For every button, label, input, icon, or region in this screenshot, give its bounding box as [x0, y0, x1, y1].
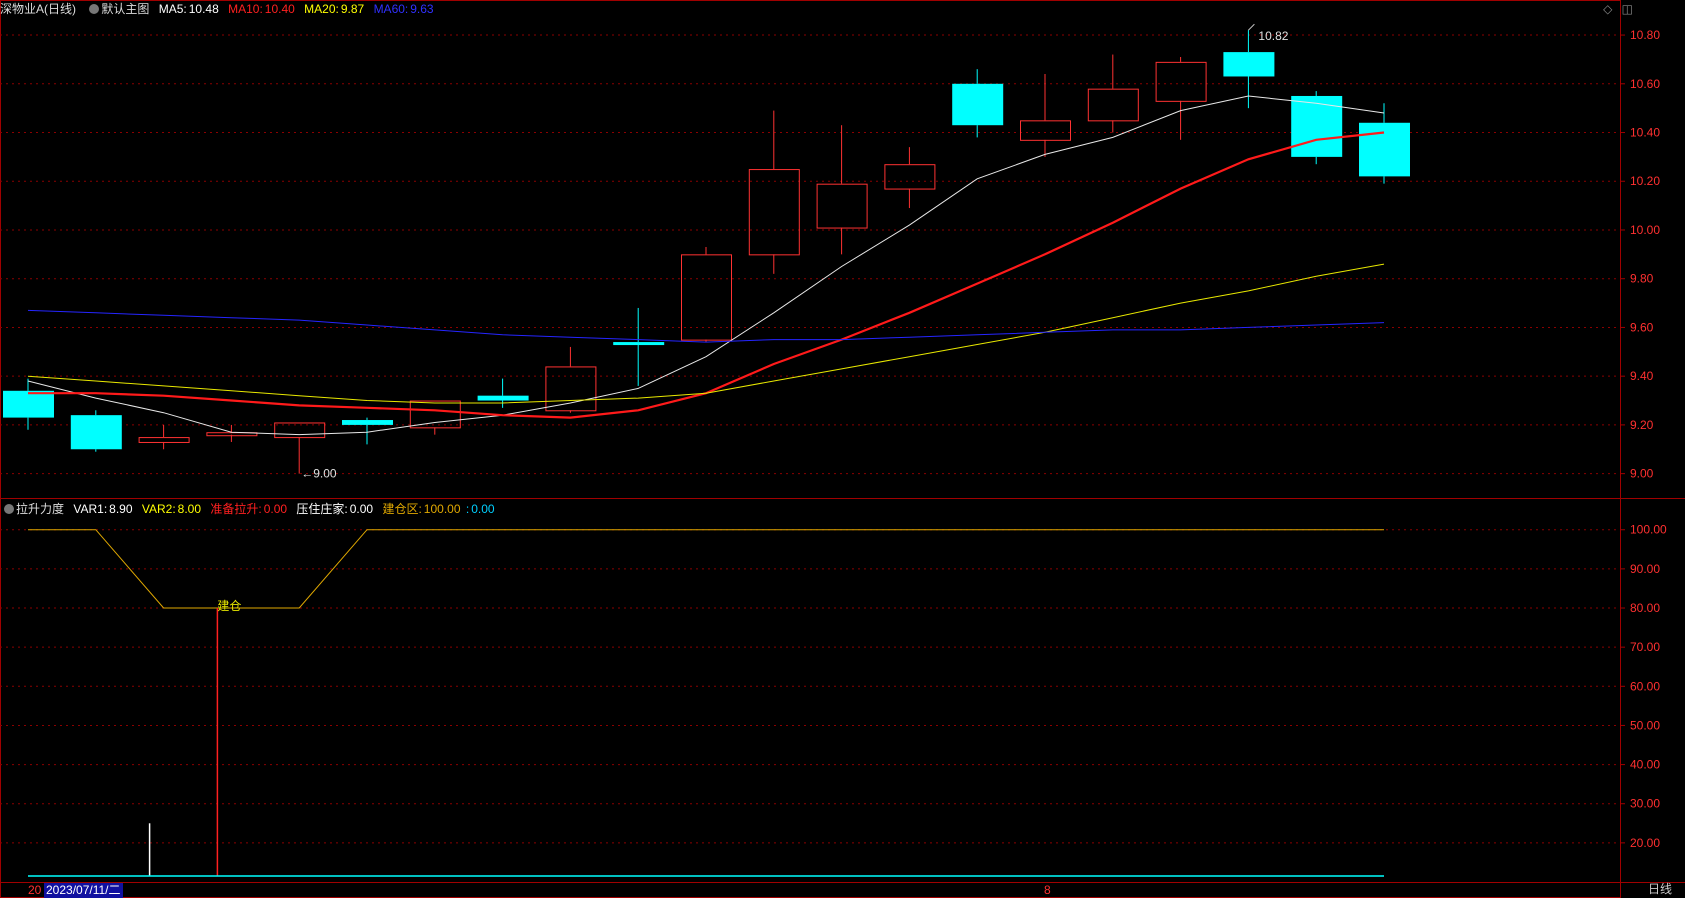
price-tick-label: 10.20 — [1630, 174, 1660, 188]
diamond-icon[interactable]: ◇ — [1603, 2, 1612, 16]
ma60-label: MA60: — [373, 2, 409, 16]
price-tick-label: 10.60 — [1630, 77, 1660, 91]
ma10-value: 10.40 — [264, 2, 295, 16]
var1-label: VAR1: — [73, 502, 108, 516]
candle-down — [3, 390, 54, 418]
candle-up — [545, 366, 597, 412]
ma5-value: 10.48 — [188, 2, 219, 16]
var1-value: 8.90 — [109, 502, 133, 516]
candle-down — [1291, 95, 1343, 157]
indicator-header: 拉升力度 VAR1: 8.90 VAR2: 8.00 准备拉升: 0.00 压住庄家:… — [0, 500, 501, 518]
candle-up — [1087, 88, 1139, 122]
price-tick-label: 9.80 — [1630, 272, 1654, 286]
candle-up — [1020, 120, 1071, 141]
settings-icon[interactable] — [89, 4, 100, 14]
indicator-tick-label: 70.00 — [1630, 640, 1660, 654]
price-tick-label: 9.00 — [1630, 467, 1654, 481]
candle-down — [1223, 52, 1275, 77]
build-zone-line — [28, 529, 1384, 609]
candle-up — [816, 183, 868, 229]
price-tick-label: 10.40 — [1630, 126, 1660, 140]
indicator-name[interactable]: 拉升力度 — [16, 502, 64, 516]
candle-up — [748, 169, 800, 256]
chart-canvas[interactable]: 10.80 10.60 10.40 10.20 10.00 9.80 9.60 9.40 9.2… — [0, 0, 1685, 898]
max-marker — [1248, 23, 1255, 31]
candle-down — [613, 342, 665, 346]
rise-value: 0.00 — [263, 502, 288, 516]
date-prefix: 20 — [28, 883, 42, 897]
var2-value: 8.00 — [177, 502, 202, 516]
var2-label: VAR2: — [141, 502, 176, 516]
candle-up — [681, 254, 732, 341]
month-mark: 8 — [1044, 883, 1051, 897]
min-price-label: ←9.00 — [301, 467, 337, 481]
ma20-label: MA20: — [304, 2, 339, 16]
indicator-tick-label: 90.00 — [1630, 562, 1660, 576]
build-label: 建仓区: — [382, 502, 422, 516]
ma5-line — [27, 95, 1385, 436]
candle-up — [409, 400, 461, 429]
build-value: 100.00 — [423, 502, 461, 516]
ma60-line — [27, 309, 1385, 343]
indicator-settings-icon[interactable] — [4, 504, 14, 514]
candle-up — [884, 164, 936, 190]
ma10-line — [28, 131, 1385, 419]
pane-icon[interactable]: ◫ — [1622, 2, 1633, 16]
price-chart — [3, 23, 1410, 474]
candle-up — [138, 437, 190, 443]
extra-value: 0.00 — [471, 502, 495, 516]
price-tick-label: 10.80 — [1630, 28, 1660, 42]
cursor-date: 2023/07/11/二 — [44, 883, 123, 898]
ma5-label: MA5: — [158, 2, 187, 16]
grid-layer — [0, 0, 1685, 898]
candle-down — [1359, 122, 1410, 177]
candle-down — [70, 415, 122, 450]
indicator-tick-label: 80.00 — [1630, 601, 1660, 615]
rise-label: 准备拉升: — [210, 502, 262, 516]
candle-up — [1155, 61, 1207, 102]
candle-down — [342, 420, 393, 425]
date-bar: 20 2023/07/11/二 8 — [0, 883, 1620, 898]
ma10-label: MA10: — [228, 2, 263, 16]
price-tick-label: 9.20 — [1630, 418, 1654, 432]
candle-down — [477, 395, 529, 401]
template-label[interactable]: 默认主图 — [101, 2, 149, 16]
price-axis: 10.80 10.60 10.40 10.20 10.00 9.80 9.60 9.40 9.2… — [1620, 28, 1667, 850]
candle-down — [952, 83, 1004, 126]
top-right-controls: ◇ ◫ — [1603, 2, 1633, 16]
ma60-value: 9.63 — [410, 2, 434, 16]
hold-label: 压住庄家: — [296, 502, 348, 516]
main-chart-header: 深物业A(日线) 默认主图 MA5: 10.48 MA10: 10.40 MA20:… — [0, 0, 440, 18]
indicator-tick-label: 50.00 — [1630, 718, 1660, 732]
build-signal-label: 建仓 — [217, 599, 241, 613]
stock-name[interactable]: 深物业A — [0, 2, 44, 16]
max-price-label: 10.82 — [1258, 29, 1288, 43]
indicator-tick-label: 20.00 — [1630, 836, 1660, 850]
indicator-tick-label: 100.00 — [1630, 523, 1667, 537]
price-tick-label: 10.00 — [1630, 223, 1660, 237]
price-tick-label: 9.40 — [1630, 369, 1654, 383]
hold-value: 0.00 — [349, 502, 374, 516]
indicator-chart — [28, 529, 1384, 877]
period-label: (日线) — [44, 2, 77, 16]
indicator-tick-label: 30.00 — [1630, 797, 1660, 811]
extra-label: : — [465, 502, 470, 516]
indicator-tick-label: 40.00 — [1630, 758, 1660, 772]
ma20-line — [27, 263, 1385, 404]
period-button[interactable]: 日线 — [1638, 881, 1682, 897]
price-tick-label: 9.60 — [1630, 320, 1654, 334]
indicator-tick-label: 60.00 — [1630, 679, 1660, 693]
ma20-value: 9.87 — [340, 2, 365, 16]
